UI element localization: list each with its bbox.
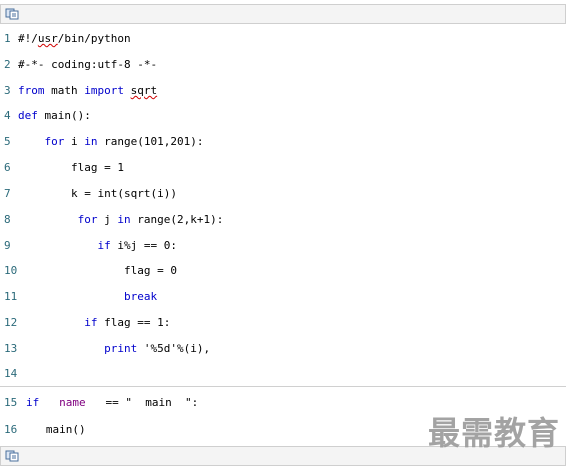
code-token: usr (37, 32, 58, 45)
keyword-token: from (18, 84, 45, 97)
keyword-token: if (26, 396, 40, 409)
line-number: 3 (4, 84, 11, 97)
keyword-token: print (104, 342, 138, 355)
copy-code-icon[interactable] (5, 8, 19, 20)
code-token: i%j == 0: (110, 239, 177, 252)
code-token: i (64, 135, 85, 148)
code-token: j (97, 213, 118, 226)
code-token: == " main ": (85, 396, 199, 409)
code-token: k = int(sqrt(i)) (18, 187, 177, 200)
code-token: flag = 1 (18, 161, 124, 174)
line-number: 5 (4, 135, 11, 148)
line-number: 7 (4, 187, 11, 200)
line-number: 14 (4, 367, 18, 380)
line-number: 11 (4, 290, 18, 303)
code-token: #-*- coding:utf-8 -*- (18, 58, 158, 71)
code-token: #!/ (18, 32, 38, 45)
line-number: 13 (4, 342, 18, 355)
line-code: for i in range(101,201): (18, 132, 204, 152)
keyword-token: in (117, 213, 131, 226)
line-code: flag = 1 (18, 158, 124, 178)
code-toolbar-top (0, 4, 566, 24)
keyword-token: in (84, 135, 98, 148)
keyword-token: def (18, 109, 38, 122)
line-code: for j in range(2,k+1): (18, 210, 224, 230)
line-number: 8 (4, 213, 11, 226)
code-token: main(): (37, 109, 91, 122)
code-token: flag = 0 (18, 264, 177, 277)
line-number: 1 (4, 32, 11, 45)
identifier-token: name (59, 396, 86, 409)
line-code: if flag == 1: (18, 313, 170, 333)
watermark-logo: 最需教育 (427, 414, 560, 452)
keyword-token: if (97, 239, 111, 252)
line-code: #-*- coding:utf-8 -*- (18, 55, 157, 75)
code-divider (0, 386, 566, 387)
line-code: #!/usr/bin/python (18, 29, 131, 49)
line-number: 2 (4, 58, 11, 71)
code-token: sqrt (130, 84, 158, 97)
code-token: /bin/python (57, 32, 131, 45)
line-code: main() (26, 420, 86, 440)
line-code: def main(): (18, 106, 91, 126)
line-code: if i%j == 0: (18, 236, 177, 256)
code-token: '%5d'%(i), (137, 342, 211, 355)
code-token: math (44, 84, 85, 97)
code-token: flag == 1: (97, 316, 171, 329)
code-block: 1 #!/usr/bin/python 2 #-*- coding:utf-8 -*-… (0, 25, 566, 445)
keyword-token: if (84, 316, 98, 329)
line-code: break (18, 287, 157, 307)
line-number: 15 (4, 396, 18, 409)
line-number: 6 (4, 161, 11, 174)
line-code: if name == " main ": (26, 393, 198, 413)
keyword-token: for (44, 135, 65, 148)
line-code: print '%5d'%(i), (18, 339, 210, 359)
keyword-token: break (123, 290, 158, 303)
code-token: range(101,201): (97, 135, 204, 148)
line-code: flag = 0 (18, 261, 177, 281)
line-code: from math import sqrt (18, 81, 157, 101)
keyword-token: import (84, 84, 124, 97)
code-token: main() (26, 423, 86, 436)
line-number: 4 (4, 109, 11, 122)
keyword-token: for (77, 213, 98, 226)
copy-code-icon[interactable] (5, 450, 19, 462)
line-number: 10 (4, 264, 18, 277)
line-number: 12 (4, 316, 18, 329)
code-token: range(2,k+1): (130, 213, 224, 226)
line-number: 16 (4, 423, 18, 436)
line-code: k = int(sqrt(i)) (18, 184, 177, 204)
line-number: 9 (4, 239, 11, 252)
